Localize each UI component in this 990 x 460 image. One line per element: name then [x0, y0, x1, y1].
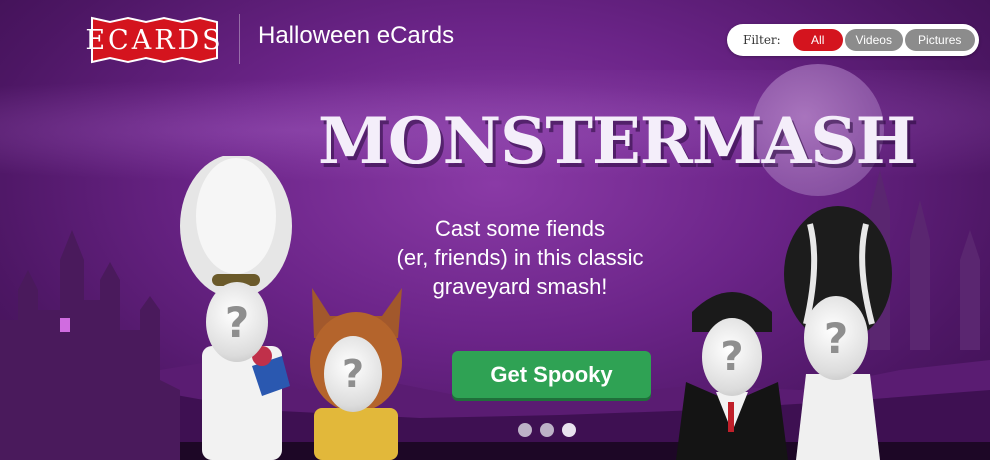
hero-banner: ECARDS Halloween eCards Filter: All Vide… [0, 0, 990, 460]
tagline-line-2: (er, friends) in this classic [396, 245, 644, 270]
filter-bar: Filter: All Videos Pictures [727, 24, 979, 56]
scientist-character: ? [172, 156, 302, 460]
carousel-dot-2[interactable] [540, 423, 554, 437]
wolfman-character: ? [300, 288, 412, 460]
carousel-dots [518, 423, 576, 437]
carousel-dot-1[interactable] [518, 423, 532, 437]
header-divider [239, 14, 240, 64]
filter-all-button[interactable]: All [792, 29, 843, 51]
face-placeholder-icon: ? [324, 336, 382, 412]
face-placeholder-icon: ? [804, 296, 868, 380]
ecards-logo[interactable]: ECARDS [85, 14, 224, 66]
get-spooky-button[interactable]: Get Spooky [452, 351, 651, 398]
filter-videos-button[interactable]: Videos [844, 29, 903, 51]
section-title[interactable]: Halloween eCards [258, 22, 454, 50]
dracula-character: ? [676, 272, 788, 460]
bride-character: ? [776, 204, 900, 460]
tagline-line-1: Cast some fiends [435, 216, 605, 241]
castle-silhouette [0, 230, 180, 460]
carousel-dot-3[interactable] [562, 423, 576, 437]
hero-title: MONSTERMASH [318, 104, 916, 179]
face-placeholder-icon: ? [206, 282, 268, 362]
logo-text: ECARDS [85, 24, 224, 56]
filter-pictures-button[interactable]: Pictures [904, 29, 975, 51]
face-placeholder-icon: ? [702, 318, 762, 396]
filter-label: Filter: [743, 33, 781, 47]
